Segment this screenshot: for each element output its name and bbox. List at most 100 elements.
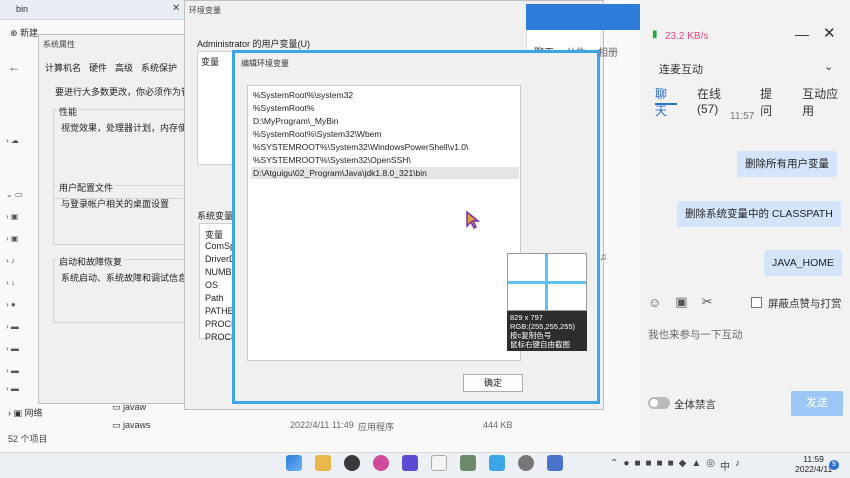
- app-icon[interactable]: [344, 455, 360, 471]
- chevron-up-icon[interactable]: ⌃: [610, 458, 618, 473]
- tab-computer-name[interactable]: 计算机名: [45, 61, 81, 74]
- tray-app-icon[interactable]: ◆: [679, 458, 687, 473]
- network-speed: 23.2 KB/s: [665, 31, 709, 42]
- scissors-icon[interactable]: ✂: [702, 294, 713, 310]
- startup-desc: 系统启动、系统故障和调试信息: [61, 273, 188, 283]
- sysvar-row[interactable]: ComSp: [205, 241, 235, 251]
- path-item[interactable]: %SYSTEMROOT%\System32\OpenSSH\: [251, 154, 519, 166]
- emoji-icon[interactable]: ☺: [648, 295, 661, 310]
- sysprops-tabs: 计算机名 硬件 高级 系统保护 远程: [45, 61, 203, 74]
- user-vars-list[interactable]: [197, 51, 233, 165]
- nav-item-pc[interactable]: ⌄ ▭: [6, 190, 36, 204]
- path-item[interactable]: %SystemRoot%: [251, 102, 519, 114]
- nav-item-network[interactable]: › ▣ 网络: [8, 406, 43, 419]
- media-icon[interactable]: [547, 455, 563, 471]
- mic-interaction-label[interactable]: 连麦互动: [659, 61, 703, 77]
- mask-likes-checkbox[interactable]: [751, 297, 762, 308]
- minimize-icon[interactable]: —: [795, 26, 809, 42]
- nav-item-folder-1[interactable]: › ▣: [6, 212, 36, 226]
- admin-note: 要进行大多数更改，你必须作为管理: [55, 87, 200, 97]
- picker-coords: 829 x 797: [510, 313, 543, 322]
- chat-input[interactable]: 我也来参与一下互动: [648, 327, 743, 342]
- picker-rgb: RGB:(255,255,255): [510, 322, 576, 331]
- tray-app-icon[interactable]: ■: [634, 458, 640, 473]
- nav-item-folder-4[interactable]: › ●: [6, 300, 36, 314]
- network-label: 网络: [24, 408, 43, 418]
- start-icon[interactable]: [286, 455, 302, 471]
- file-type: 应用程序: [358, 422, 395, 432]
- send-button[interactable]: 发送: [791, 391, 843, 416]
- nav-item-folder-3[interactable]: › ♪: [6, 256, 36, 270]
- tab-interactive-apps[interactable]: 互动应用: [802, 85, 850, 119]
- nav-item-drive-1[interactable]: › ▬: [6, 366, 36, 380]
- file-size: 444 KB: [483, 420, 513, 430]
- image-icon[interactable]: ▣: [675, 294, 687, 310]
- browser-icon[interactable]: [373, 455, 389, 471]
- notepad-icon[interactable]: [431, 455, 447, 471]
- new-button[interactable]: ⊕ 新建: [10, 26, 38, 39]
- volume-icon[interactable]: ♪: [735, 458, 740, 473]
- language-indicator[interactable]: 中: [720, 458, 730, 473]
- nav-item-drive-2[interactable]: › ▬: [6, 384, 36, 398]
- mute-all-label: 全体禁言: [674, 399, 716, 411]
- tab-advanced[interactable]: 高级: [115, 61, 133, 74]
- chevron-down-icon[interactable]: ⌄: [824, 60, 833, 73]
- nav-item-folder-6[interactable]: › ▬: [6, 344, 36, 358]
- active-tab-underline: [655, 103, 677, 105]
- perf-label: 性能: [57, 105, 80, 118]
- path-item[interactable]: %SYSTEMROOT%\System32\WindowsPowerShell\…: [251, 141, 519, 153]
- path-item[interactable]: %SystemRoot%\System32\Wbem: [251, 128, 519, 140]
- nav-item-download[interactable]: › ↓: [6, 278, 36, 292]
- window-title: 系统属性: [43, 40, 75, 49]
- explorer-tab-title: bin: [16, 4, 29, 14]
- tab-protection[interactable]: 系统保护: [141, 61, 177, 74]
- status-item-count: 52 个项目: [8, 434, 48, 444]
- tray-app-icon[interactable]: ■: [668, 458, 674, 473]
- chat-message: JAVA_HOME: [764, 250, 843, 276]
- settings-gear-icon[interactable]: [518, 455, 534, 471]
- signal-icon: ▮: [652, 29, 658, 40]
- system-vars-label: 系统变量(: [197, 211, 236, 221]
- editor-icon[interactable]: [402, 455, 418, 471]
- tray-app-icon[interactable]: ◎: [706, 458, 715, 473]
- tab-hardware[interactable]: 硬件: [89, 61, 107, 74]
- remote-icon[interactable]: [489, 455, 505, 471]
- picker-hint-copy: 按c复制色号: [510, 331, 552, 340]
- color-picker-magnifier: [507, 253, 587, 311]
- startup-label: 启动和故障恢复: [57, 255, 125, 268]
- nav-item-folder-5[interactable]: › ▬: [6, 322, 36, 336]
- sysvar-row[interactable]: Path: [205, 293, 224, 303]
- file-explorer-icon[interactable]: [315, 455, 331, 471]
- tab-chat[interactable]: 聊天: [655, 85, 679, 119]
- back-arrow-icon[interactable]: ←: [8, 60, 20, 74]
- file-date: 2022/4/11 11:49: [290, 420, 354, 430]
- explorer-tab[interactable]: bin ✕: [0, 0, 190, 20]
- path-item[interactable]: D:\MyProgram\_MyBin: [251, 115, 519, 127]
- close-icon[interactable]: ✕: [172, 3, 180, 14]
- sysvar-row[interactable]: DriverD: [205, 254, 236, 264]
- picker-hint-capture: 鼠标右键自由截图: [510, 340, 570, 349]
- notification-badge[interactable]: 9: [829, 460, 839, 470]
- ok-button[interactable]: 确定: [463, 374, 523, 392]
- sysvar-row[interactable]: OS: [205, 280, 218, 290]
- tray-app-icon[interactable]: ●: [623, 458, 629, 473]
- close-icon[interactable]: ✕: [823, 24, 836, 42]
- system-vars-column-header: 变量: [205, 230, 224, 240]
- chat-message: 删除所有用户变量: [737, 151, 837, 177]
- side-tab-album[interactable]: 相册: [598, 44, 618, 61]
- tray-app-icon[interactable]: ■: [645, 458, 651, 473]
- nav-item-cloud[interactable]: › ☁: [6, 136, 36, 150]
- live-panel-header: [526, 4, 640, 30]
- headset-icon[interactable]: ♫: [600, 252, 608, 263]
- path-item-selected[interactable]: D:\Atguigu\02_Program\Java\jdk1.8.0_321\…: [251, 167, 519, 179]
- screenshot-icon[interactable]: [460, 455, 476, 471]
- file-row-javaw[interactable]: ▭ javaw: [112, 402, 146, 416]
- taskbar-clock[interactable]: 11:59 2022/4/11: [795, 454, 832, 474]
- tab-questions[interactable]: 提问: [760, 85, 784, 119]
- tray-app-icon[interactable]: ▲: [691, 458, 701, 473]
- file-row-javaws[interactable]: ▭ javaws: [112, 420, 151, 434]
- path-item[interactable]: %SystemRoot%\system32: [251, 89, 519, 101]
- user-vars-column-header: 变量: [201, 57, 220, 67]
- tray-app-icon[interactable]: ■: [657, 458, 663, 473]
- nav-item-folder-2[interactable]: › ▣: [6, 234, 36, 248]
